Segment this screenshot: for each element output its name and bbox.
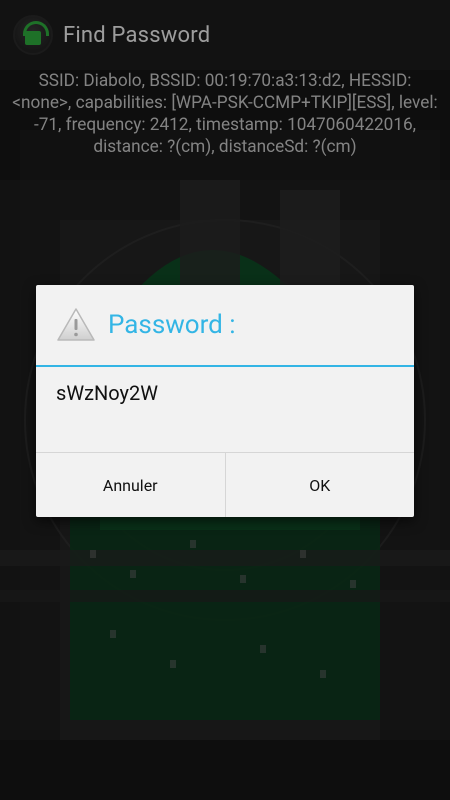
warning-icon [57, 308, 95, 341]
dialog-title: Password : [108, 310, 236, 340]
dialog-header: Password : [36, 285, 414, 367]
password-dialog: Password : sWzNoy2W Annuler OK [36, 285, 414, 517]
ok-button[interactable]: OK [224, 453, 415, 517]
dialog-body: sWzNoy2W [36, 367, 414, 451]
screen: Find Password SSID: Diabolo, BSSID: 00:1… [0, 0, 450, 800]
dialog-buttons: Annuler OK [36, 452, 414, 517]
password-value: sWzNoy2W [56, 381, 158, 405]
cancel-button[interactable]: Annuler [36, 453, 225, 517]
